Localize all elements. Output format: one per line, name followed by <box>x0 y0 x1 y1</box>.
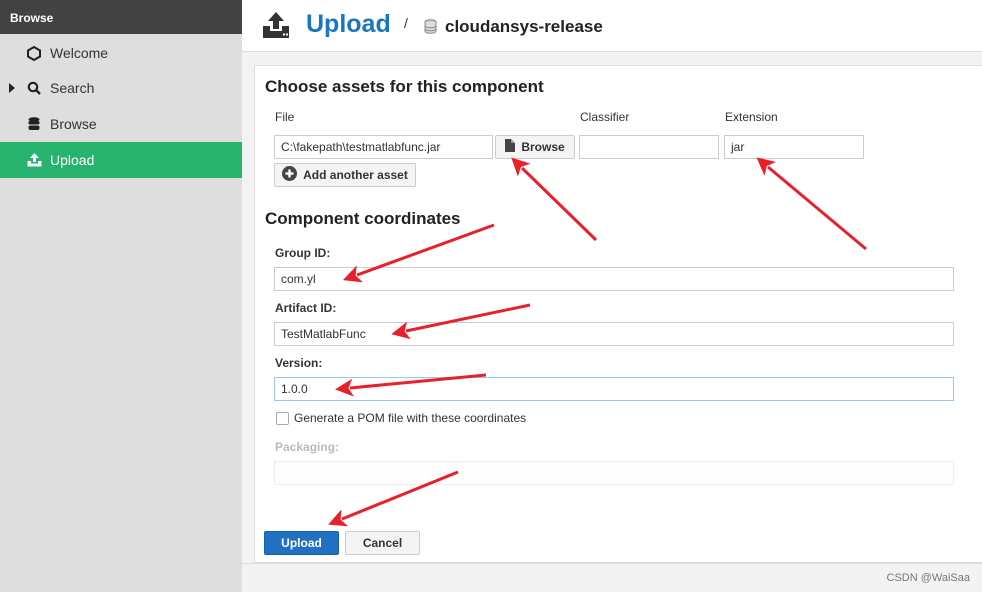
database-icon <box>424 19 437 39</box>
upload-icon <box>26 152 42 168</box>
breadcrumb-separator: / <box>404 15 408 31</box>
classifier-input[interactable] <box>579 135 719 159</box>
version-label: Version: <box>275 356 323 370</box>
coordinates-section-title: Component coordinates <box>265 209 461 228</box>
extension-label: Extension <box>725 110 778 124</box>
browse-button[interactable]: Browse <box>495 135 575 159</box>
plus-circle-icon <box>282 166 298 184</box>
generate-pom-checkbox[interactable] <box>276 412 289 425</box>
file-icon <box>505 139 516 155</box>
sidebar-item-label: Browse <box>50 116 97 132</box>
sidebar-header: Browse <box>0 0 242 34</box>
artifact-id-label: Artifact ID: <box>275 301 337 315</box>
upload-button[interactable]: Upload <box>264 531 339 555</box>
file-label: File <box>275 110 295 124</box>
packaging-input[interactable] <box>274 461 954 485</box>
add-asset-button[interactable]: Add another asset <box>274 163 416 187</box>
sidebar-item-search[interactable]: Search <box>0 70 242 106</box>
generate-pom-label: Generate a POM file with these coordinat… <box>294 411 527 425</box>
classifier-label: Classifier <box>580 110 630 124</box>
page-title: Upload <box>306 10 391 38</box>
add-asset-label: Add another asset <box>303 168 408 182</box>
cancel-button[interactable]: Cancel <box>345 531 420 555</box>
expand-caret-icon[interactable] <box>9 83 15 93</box>
page-header: Upload / cloudansys-release <box>242 0 982 52</box>
watermark: CSDN @WaiSaa <box>886 572 971 584</box>
sidebar-item-upload[interactable]: Upload <box>0 142 242 178</box>
artifact-id-input[interactable]: TestMatlabFunc <box>274 322 954 346</box>
sidebar-item-welcome[interactable]: Welcome <box>0 35 242 71</box>
breadcrumb-repository[interactable]: cloudansys-release <box>445 17 603 37</box>
footer: CSDN @WaiSaa <box>242 563 982 592</box>
group-id-label: Group ID: <box>275 246 331 260</box>
database-icon <box>26 116 42 132</box>
sidebar-item-browse[interactable]: Browse <box>0 106 242 142</box>
file-input[interactable]: C:\fakepath\testmatlabfunc.jar <box>274 135 493 159</box>
sidebar-item-label: Upload <box>50 152 95 168</box>
extension-input[interactable]: jar <box>724 135 864 159</box>
sidebar-item-label: Welcome <box>50 45 109 61</box>
version-input[interactable]: 1.0.0 <box>274 377 954 401</box>
packaging-label: Packaging: <box>275 440 340 454</box>
search-icon <box>26 80 42 96</box>
upload-icon <box>262 12 290 44</box>
sidebar: Browse Welcome Search Browse Upload <box>0 0 242 592</box>
assets-section-title: Choose assets for this component <box>265 77 544 96</box>
browse-label: Browse <box>521 140 565 154</box>
upload-form: Choose assets for this component File Cl… <box>254 65 982 563</box>
sidebar-item-label: Search <box>50 80 95 96</box>
hexagon-icon <box>26 45 42 61</box>
group-id-input[interactable]: com.yl <box>274 267 954 291</box>
